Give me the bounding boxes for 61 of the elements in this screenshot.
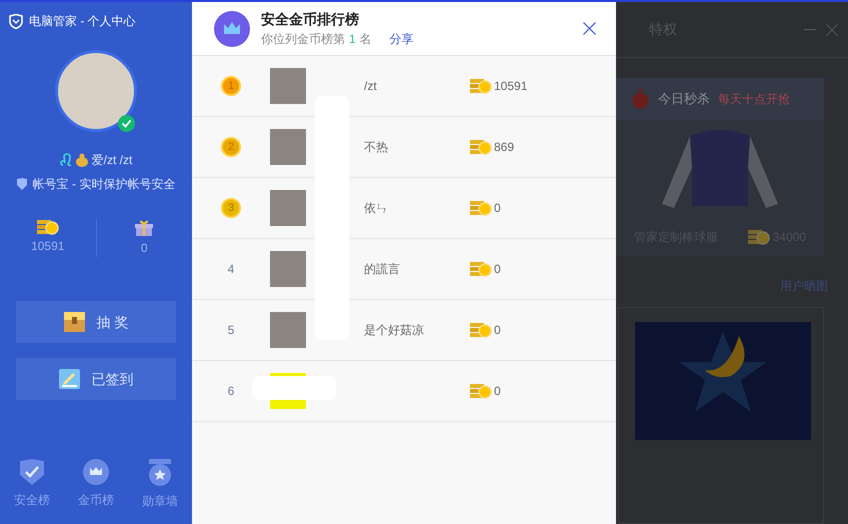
user-avatar-placeholder	[270, 190, 306, 226]
flash-sale-note: 每天十点开抢	[718, 91, 790, 108]
coin-count: 0	[494, 200, 501, 217]
stopwatch-icon	[631, 88, 650, 110]
user-avatar-placeholder	[270, 312, 306, 348]
user-avatar-placeholder	[270, 129, 306, 165]
coin-stack-icon	[36, 219, 59, 235]
coin-stack-icon	[470, 78, 492, 94]
user-avatar-placeholder	[270, 68, 306, 104]
nav-tab[interactable]: 勋章墙	[142, 459, 178, 510]
leo-sign-icon	[60, 153, 72, 167]
user-name: 是个好菇凉	[364, 323, 424, 337]
flash-sale-title: 今日秒杀	[658, 90, 710, 108]
window-title: 电脑管家 - 个人中心	[29, 13, 136, 30]
nav-tab[interactable]: 金币榜	[78, 459, 114, 510]
stat-value: 10591	[31, 238, 64, 255]
account-security-text: 帐号宝 - 实时保护帐号安全	[32, 176, 176, 193]
action-button[interactable]: 抽 奖	[16, 301, 176, 343]
coin-count: 10591	[494, 78, 528, 95]
user-name: 爱/zt /zt	[92, 152, 132, 169]
rank-number: 1	[349, 31, 356, 48]
coin-stack-icon	[470, 200, 492, 216]
crown-badge-icon	[214, 10, 250, 46]
nav-tab[interactable]: 安全榜	[14, 459, 50, 510]
shield-lock-icon	[16, 178, 27, 190]
coin-stack-icon	[470, 261, 492, 277]
rank-number: 5	[228, 322, 234, 339]
user-avatar-placeholder	[270, 251, 306, 287]
coin-stack-icon	[748, 229, 770, 245]
rank-number: 4	[228, 261, 234, 278]
rank-text: 名	[360, 31, 372, 48]
shield-logo-icon	[9, 14, 23, 28]
coin-count: 0	[494, 261, 501, 278]
rank-medal: 3	[221, 198, 241, 218]
shield-check-icon	[20, 459, 44, 485]
share-link[interactable]: 分享	[390, 30, 414, 48]
user-name: 不热	[364, 140, 388, 154]
money-bag-icon	[76, 153, 88, 167]
treasure-chest-icon	[64, 312, 85, 332]
stat-value: 0	[140, 240, 148, 257]
coin-stack-icon	[470, 383, 492, 399]
user-name: /zt	[364, 79, 377, 93]
user-name: 的謊言	[364, 262, 400, 276]
gallery-link[interactable]: 用户晒图	[780, 277, 828, 295]
rank-number: 6	[228, 383, 234, 400]
coin-count: 869	[494, 139, 514, 156]
minimize-icon[interactable]	[804, 28, 816, 30]
rank-medal: 2	[221, 137, 241, 157]
pencil-note-icon	[58, 369, 80, 389]
rank-text: 你位列金币榜第	[261, 31, 345, 48]
coin-count: 0	[494, 322, 501, 339]
coin-stack-icon	[470, 139, 492, 155]
gift-icon	[135, 219, 154, 237]
crown-icon	[83, 459, 109, 485]
medal-star-icon	[148, 459, 172, 486]
user-name: 依ㄣ	[364, 201, 388, 215]
close-icon[interactable]	[583, 22, 596, 35]
action-button[interactable]: 已签到	[16, 358, 176, 400]
ranking-title: 安全金币排行榜	[261, 10, 360, 29]
coin-count: 0	[494, 383, 501, 400]
coin-stack-icon	[470, 322, 492, 338]
